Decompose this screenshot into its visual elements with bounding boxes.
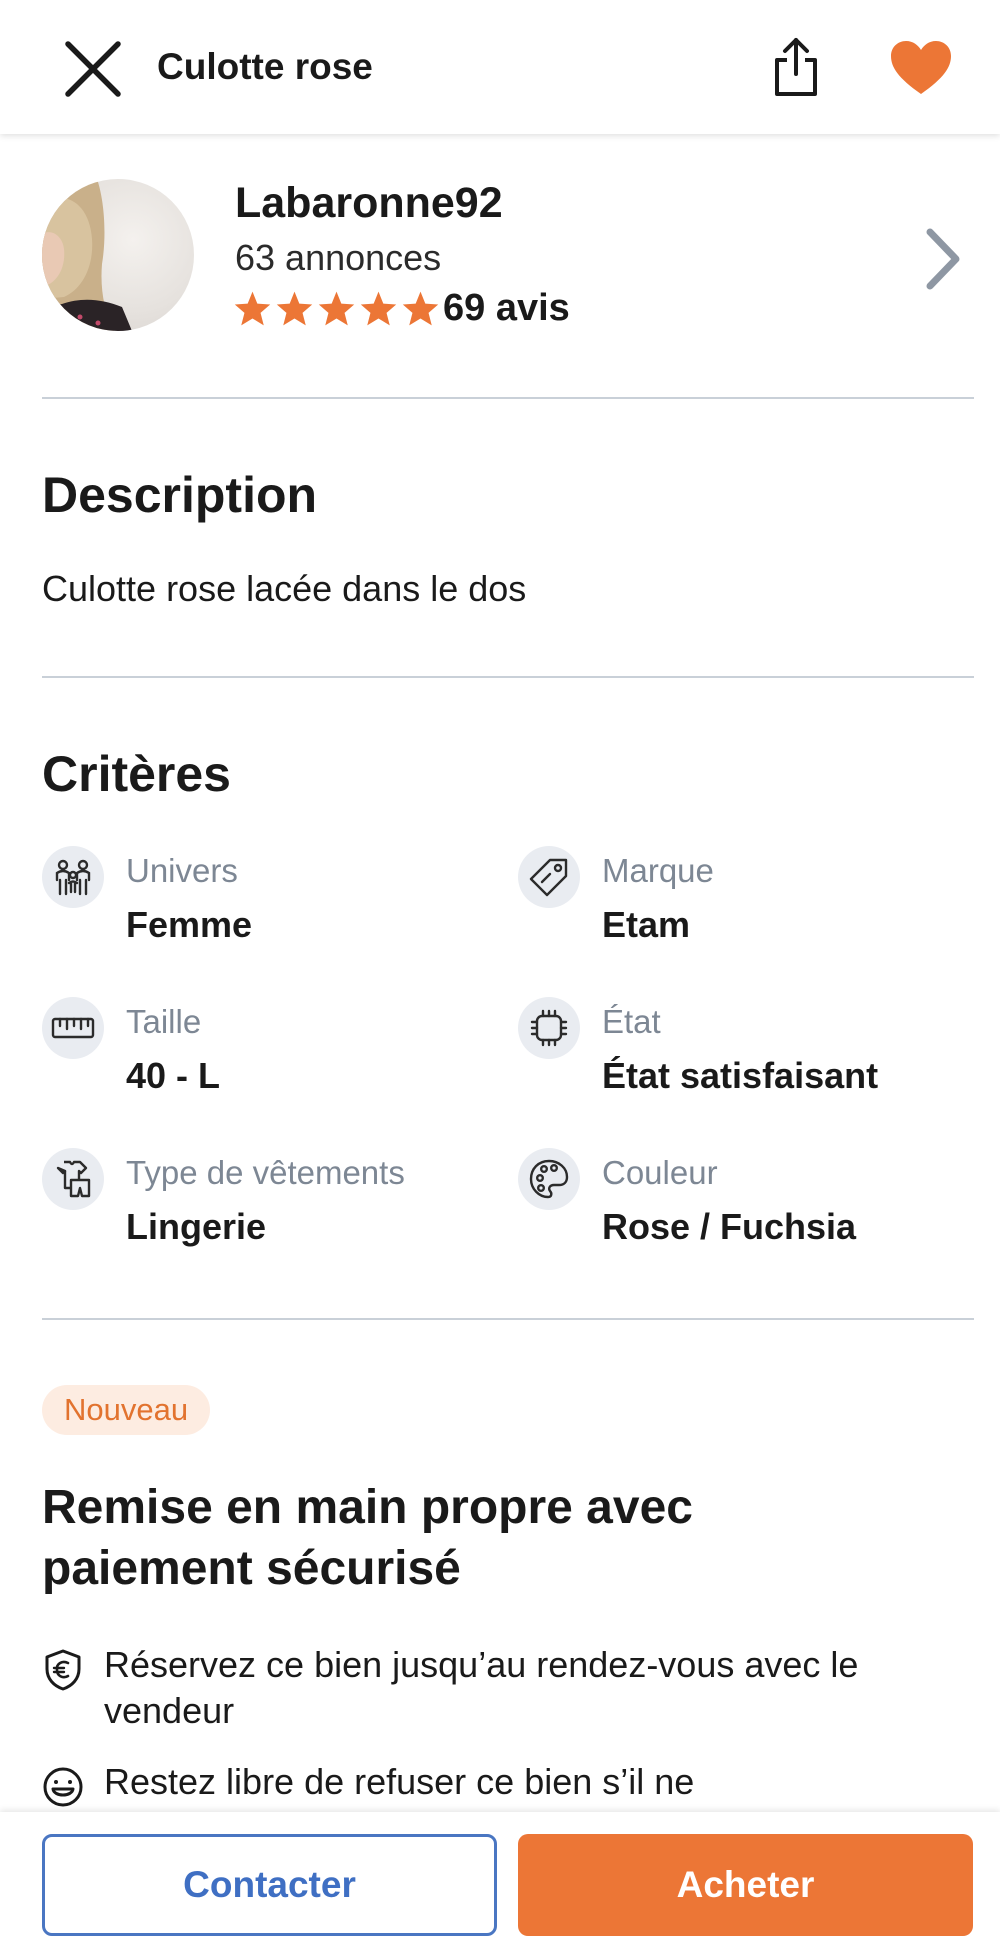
share-icon [775, 38, 817, 96]
palette-icon [529, 1159, 569, 1199]
seller-card[interactable]: Labaronne92 63 annonces 69 avis [0, 134, 1000, 398]
new-badge: Nouveau [42, 1385, 211, 1435]
condition-icon [530, 1009, 568, 1047]
star-icon [276, 291, 313, 326]
star-icon [234, 291, 271, 326]
criterion-label: Type de vêtements [126, 1154, 405, 1191]
top-bar: Culotte rose [0, 0, 1000, 134]
criterion-label: Couleur [602, 1154, 718, 1191]
divider [42, 676, 974, 678]
star-icon [360, 291, 397, 326]
description-text: Culotte rose lacée dans le dos [42, 568, 527, 609]
listing-page: Culotte rose Labaronne92 63 annonces 69 … [0, 0, 1000, 1945]
chevron-right-icon [926, 228, 960, 290]
criteria-heading: Critères [42, 746, 231, 802]
criterion-type: Type de vêtements Lingerie [42, 1148, 462, 1268]
criterion-value: État satisfaisant [602, 1055, 879, 1096]
rating-stars [233, 290, 440, 327]
criterion-univers: Univers Femme [42, 846, 462, 966]
close-button[interactable] [62, 38, 124, 100]
people-icon [55, 859, 91, 896]
criterion-value: Etam [602, 904, 691, 945]
star-icon [318, 291, 355, 326]
criterion-value: Rose / Fuchsia [602, 1206, 857, 1247]
tag-icon [529, 858, 568, 897]
contact-button[interactable]: Contacter [42, 1834, 497, 1936]
heart-icon [891, 41, 951, 94]
criterion-couleur: Couleur Rose / Fuchsia [518, 1148, 938, 1268]
star-icon [402, 291, 439, 326]
page-title: Culotte rose [157, 46, 373, 87]
buy-button[interactable]: Acheter [518, 1834, 973, 1936]
avatar[interactable] [42, 179, 194, 331]
avatar-photo [42, 179, 132, 331]
seller-listings-count: 63 annonces [235, 237, 442, 278]
share-button[interactable] [768, 36, 824, 98]
favorite-button[interactable] [888, 38, 954, 98]
criterion-label: État [602, 1003, 661, 1040]
divider [42, 397, 974, 399]
criterion-label: Marque [602, 852, 714, 889]
bottom-action-bar: Contacter Acheter [0, 1812, 1000, 1945]
seller-name[interactable]: Labaronne92 [235, 179, 503, 228]
seller-profile-link[interactable] [918, 224, 966, 294]
ruler-icon [51, 1017, 95, 1039]
handover-title: Remise en main propre avec paiement sécu… [42, 1481, 693, 1595]
criterion-label: Univers [126, 852, 238, 889]
description-heading: Description [42, 467, 318, 523]
close-icon [65, 41, 121, 97]
criterion-value: Femme [126, 904, 253, 945]
criterion-etat: État État satisfaisant [518, 997, 938, 1117]
bullet-text: Restez libre de refuser ce bien s’il ne [104, 1761, 695, 1802]
criterion-marque: Marque Etam [518, 846, 938, 966]
divider [42, 1318, 974, 1320]
criterion-value: 40 - L [126, 1055, 221, 1096]
smiley-icon [43, 1767, 83, 1807]
bullet-text: Réservez ce bien jusqu’au rendez-vous av… [104, 1644, 859, 1731]
shield-euro-icon [45, 1649, 81, 1691]
reviews-count[interactable]: 69 avis [443, 287, 570, 330]
clothes-icon [56, 1160, 91, 1198]
criterion-taille: Taille 40 - L [42, 997, 462, 1117]
criterion-label: Taille [126, 1003, 202, 1040]
criterion-value: Lingerie [126, 1206, 267, 1247]
